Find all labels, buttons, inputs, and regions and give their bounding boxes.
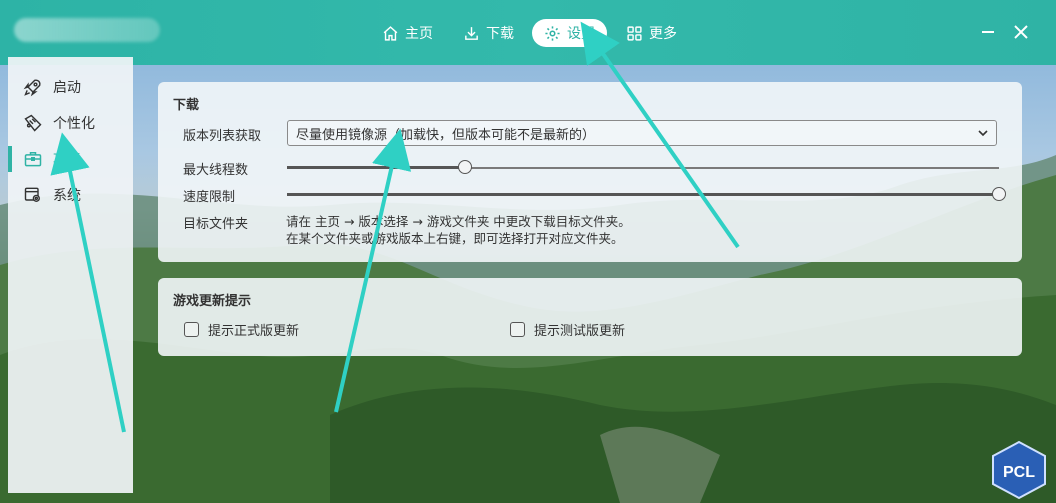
sidebar-item-system[interactable]: 系统	[8, 180, 133, 210]
nav-download[interactable]: 下载	[451, 19, 526, 47]
release-update-checkbox[interactable]: 提示正式版更新	[184, 320, 299, 339]
target-folder-label: 目标文件夹	[183, 217, 249, 232]
system-settings-icon	[24, 187, 40, 202]
pcl-logo-text: PCL	[1003, 464, 1035, 481]
nav-more[interactable]: 更多	[614, 19, 689, 47]
target-folder-hint-1: 请在 主页 → 版本选择 → 游戏文件夹 中更改下载目标文件夹。	[286, 214, 631, 229]
title-bar: 主页 下载 设置 更多	[0, 0, 1056, 65]
release-update-label: 提示正式版更新	[208, 324, 300, 339]
card-title: 下载	[173, 98, 200, 113]
slider-thumb[interactable]	[458, 160, 472, 174]
snapshot-update-checkbox[interactable]: 提示测试版更新	[510, 320, 625, 339]
nav-home-label: 主页	[405, 26, 433, 42]
nav-home[interactable]: 主页	[370, 19, 445, 47]
grid-icon	[627, 25, 642, 41]
sidebar-item-launch[interactable]: 启动	[8, 72, 133, 102]
speed-limit-label: 速度限制	[183, 190, 236, 205]
speed-limit-slider[interactable]	[287, 187, 1006, 201]
sidebar-item-label: 系统	[53, 188, 81, 204]
toolbox-icon	[24, 152, 42, 167]
slider-thumb[interactable]	[992, 187, 1006, 201]
nav-settings[interactable]: 设置	[532, 19, 607, 47]
sidebar-item-label: 启动	[53, 80, 81, 96]
version-list-value: 尽量使用镜像源（加载快，但版本可能不是最新的）	[296, 127, 596, 143]
sidebar: 启动 个性化 功能 系统	[8, 57, 133, 493]
close-icon[interactable]	[1011, 22, 1031, 42]
download-icon	[465, 26, 478, 40]
sidebar-item-personalize[interactable]: 个性化	[8, 108, 133, 138]
app-logo-blurred	[14, 18, 160, 42]
version-list-label: 版本列表获取	[183, 129, 262, 144]
home-icon	[383, 25, 398, 41]
rocket-icon	[23, 79, 41, 97]
download-settings-card: 下载 版本列表获取 尽量使用镜像源（加载快，但版本可能不是最新的） 最大线程数 …	[158, 82, 1022, 262]
gear-icon	[545, 25, 560, 41]
slider-fill	[287, 166, 465, 169]
minimize-icon[interactable]	[978, 22, 998, 42]
sidebar-item-label: 功能	[53, 152, 81, 168]
nav-download-label: 下载	[486, 26, 514, 42]
max-threads-slider[interactable]	[287, 160, 999, 174]
sidebar-item-label: 个性化	[53, 116, 95, 132]
pcl-logo: PCL	[992, 440, 1046, 500]
version-list-select[interactable]: 尽量使用镜像源（加载快，但版本可能不是最新的）	[287, 120, 997, 146]
brush-icon	[24, 114, 42, 132]
card-title: 游戏更新提示	[173, 294, 252, 309]
nav-more-label: 更多	[649, 26, 677, 42]
max-threads-label: 最大线程数	[183, 163, 249, 178]
target-folder-hint-2: 在某个文件夹或游戏版本上右键，即可选择打开对应文件夹。	[286, 231, 624, 246]
checkbox-box[interactable]	[510, 322, 525, 337]
checkbox-box[interactable]	[184, 322, 199, 337]
slider-fill	[287, 193, 999, 196]
snapshot-update-label: 提示测试版更新	[534, 324, 626, 339]
nav-settings-label: 设置	[567, 26, 595, 42]
chevron-down-icon	[978, 130, 988, 137]
update-notification-card: 游戏更新提示 提示正式版更新 提示测试版更新	[158, 278, 1022, 356]
sidebar-item-features[interactable]: 功能	[8, 144, 133, 174]
